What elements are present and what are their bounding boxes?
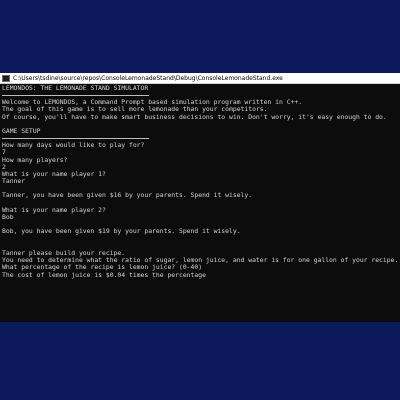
console-line: Bob: [2, 214, 14, 221]
setup-header: GAME SETUP: [2, 127, 41, 135]
header-divider: [2, 95, 149, 97]
console-line: You need to determine what the ratio of …: [2, 257, 399, 265]
console-line: The cost of lemon juice is $0.04 times t…: [2, 271, 206, 279]
setup-divider: [2, 138, 149, 140]
console-line: Tanner please build your recipe.: [2, 249, 126, 257]
console-line: Of course, you'll have to make smart bus…: [2, 113, 387, 121]
console-line: Bob, you have been given $19 by your par…: [2, 228, 241, 236]
console-window[interactable]: C:\Users\tsdine\source\repos\ConsoleLemo…: [0, 73, 400, 322]
console-header: LEMONDOS: THE LEMONADE STAND SIMULATOR: [2, 85, 149, 92]
desktop-background: C:\Users\tsdine\source\repos\ConsoleLemo…: [0, 0, 400, 400]
console-line: What is your name player 2?: [2, 206, 106, 214]
console-line: How many days would like to play for?: [2, 142, 145, 150]
console-output[interactable]: LEMONDOS: THE LEMONADE STAND SIMULATOR W…: [0, 84, 400, 279]
console-line: Welcome to LEMONDOS, a Command Prompt ba…: [2, 99, 303, 107]
console-line: How many players?: [2, 156, 68, 164]
console-line: 2: [2, 163, 6, 171]
console-line: Tanner: [2, 178, 26, 186]
window-titlebar[interactable]: C:\Users\tsdine\source\repos\ConsoleLemo…: [0, 73, 400, 84]
console-line: 7: [2, 149, 6, 157]
window-title: C:\Users\tsdine\source\repos\ConsoleLemo…: [13, 74, 283, 82]
console-line: What is your name player 1?: [2, 170, 106, 178]
console-app-icon: [2, 74, 10, 82]
console-line: What percentage of the recipe is lemon j…: [2, 264, 203, 272]
console-line: The goal of this game is to sell more le…: [2, 106, 268, 114]
console-line: Tanner, you have been given $16 by your …: [2, 192, 253, 200]
